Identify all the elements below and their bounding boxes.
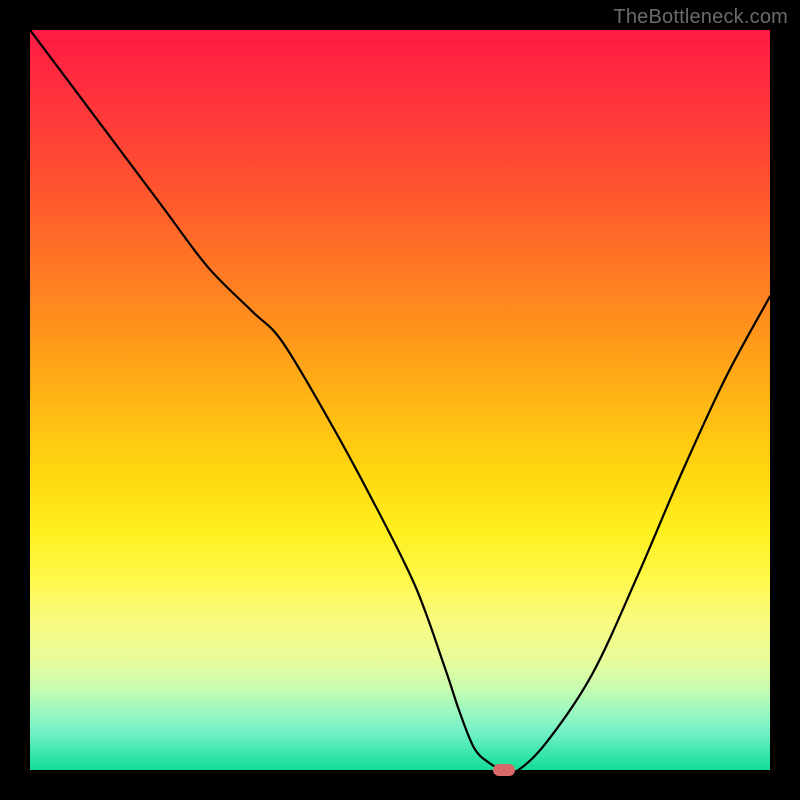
chart-frame: TheBottleneck.com — [0, 0, 800, 800]
plot-area — [30, 30, 770, 770]
curve-svg — [30, 30, 770, 770]
bottleneck-curve — [30, 30, 770, 770]
watermark-text: TheBottleneck.com — [613, 6, 788, 29]
optimal-marker — [493, 764, 515, 776]
